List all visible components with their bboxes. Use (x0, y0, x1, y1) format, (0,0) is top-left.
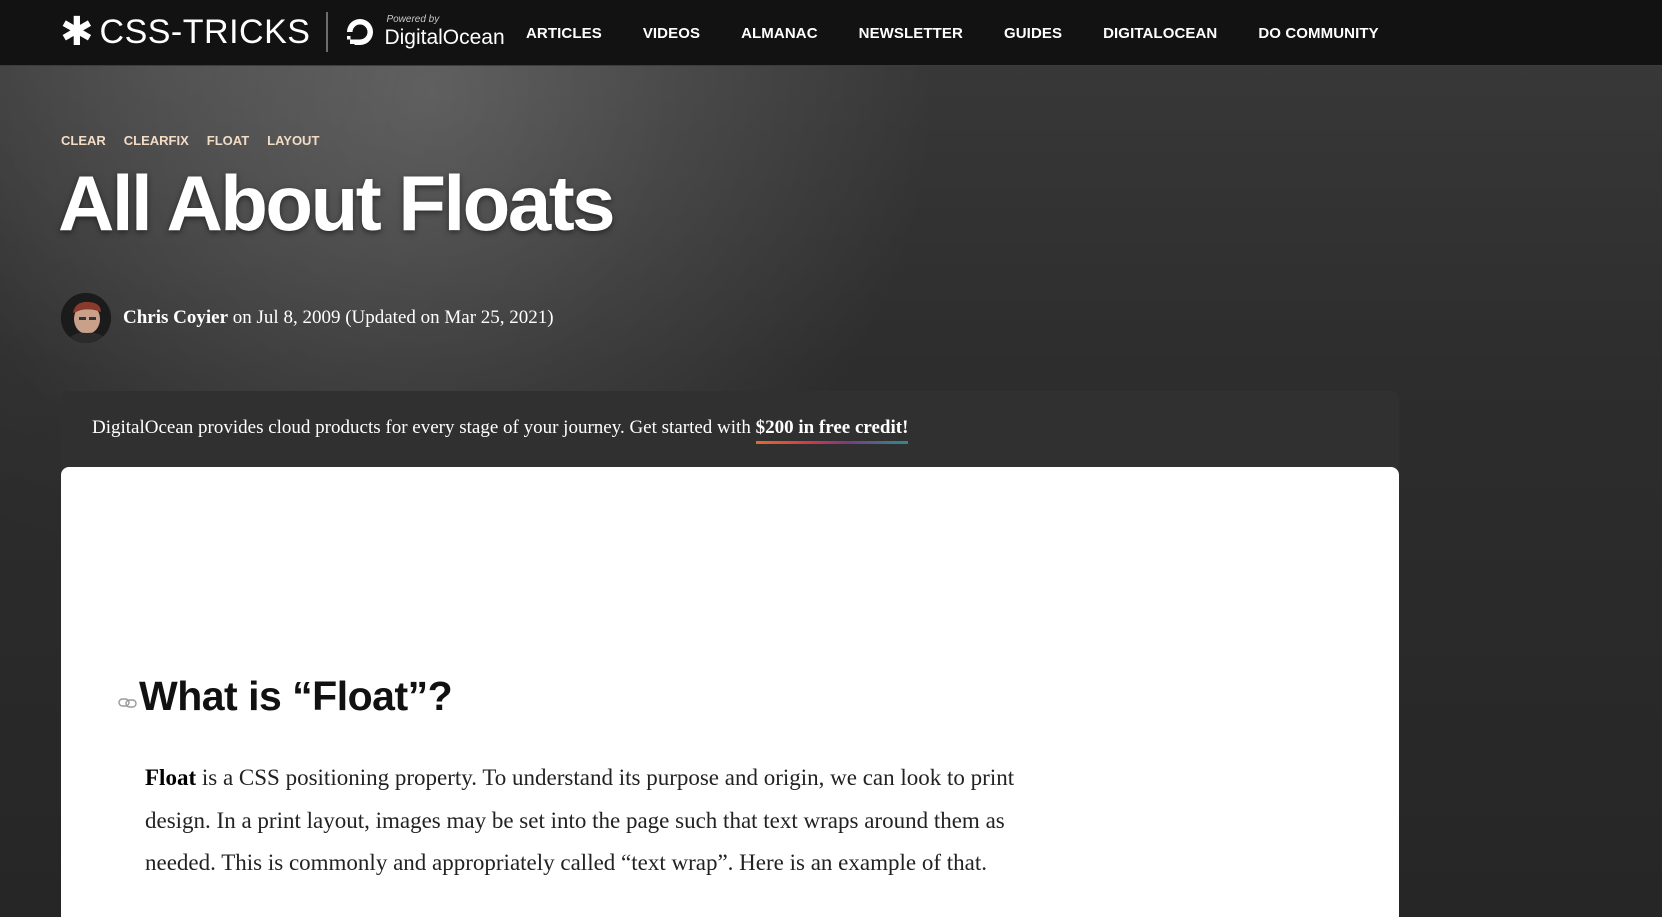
publish-date: on Jul 8, 2009 (Updated on Mar 25, 2021) (232, 307, 554, 328)
link-icon[interactable] (117, 692, 139, 714)
digitalocean-icon (344, 16, 376, 48)
tag-float[interactable]: FLOAT (207, 133, 249, 148)
article-title: All About Floats (58, 159, 616, 247)
avatar[interactable] (61, 293, 111, 343)
main-nav: ARTICLES VIDEOS ALMANAC NEWSLETTER GUIDE… (526, 0, 1420, 66)
sponsor-link[interactable]: $200 in free credit! (755, 417, 908, 444)
sponsor-text: DigitalOcean provides cloud products for… (92, 417, 756, 438)
brand-divider (326, 12, 329, 52)
nav-almanac[interactable]: ALMANAC (741, 25, 818, 42)
byline: Chris Coyier on Jul 8, 2009 (Updated on … (61, 293, 554, 343)
term-float: Float (145, 765, 197, 790)
tag-clear[interactable]: CLEAR (61, 133, 106, 148)
site-header: ✱ CSS-TRICKS Powered by DigitalOcean ART… (0, 0, 1662, 66)
brand-logo[interactable]: ✱ CSS-TRICKS Powered by DigitalOcean (60, 10, 505, 54)
powered-by-label: Powered by (386, 14, 440, 25)
tag-layout[interactable]: LAYOUT (267, 133, 319, 148)
section-heading-row: What is “Float”? (117, 673, 453, 720)
tag-clearfix[interactable]: CLEARFIX (124, 133, 189, 148)
brand-name: CSS-TRICKS (99, 12, 311, 51)
nav-do-community[interactable]: DO COMMUNITY (1258, 25, 1378, 42)
nav-videos[interactable]: VIDEOS (643, 25, 700, 42)
partner-name: DigitalOcean (384, 26, 505, 49)
sponsor-banner: DigitalOcean provides cloud products for… (61, 391, 1399, 471)
asterisk-icon: ✱ (60, 9, 94, 55)
author-name[interactable]: Chris Coyier (123, 307, 228, 328)
nav-digitalocean[interactable]: DIGITALOCEAN (1103, 25, 1217, 42)
nav-articles[interactable]: ARTICLES (526, 25, 602, 42)
digitalocean-logo[interactable]: Powered by DigitalOcean (344, 14, 505, 50)
intro-paragraph-text: is a CSS positioning property. To unders… (145, 765, 1015, 875)
section-heading: What is “Float”? (139, 673, 453, 719)
tag-list: CLEAR CLEARFIX FLOAT LAYOUT (61, 133, 337, 148)
intro-paragraph: Float is a CSS positioning property. To … (145, 757, 1025, 885)
nav-newsletter[interactable]: NEWSLETTER (859, 25, 963, 42)
article-body: What is “Float”? Float is a CSS position… (61, 467, 1399, 917)
nav-guides[interactable]: GUIDES (1004, 25, 1062, 42)
